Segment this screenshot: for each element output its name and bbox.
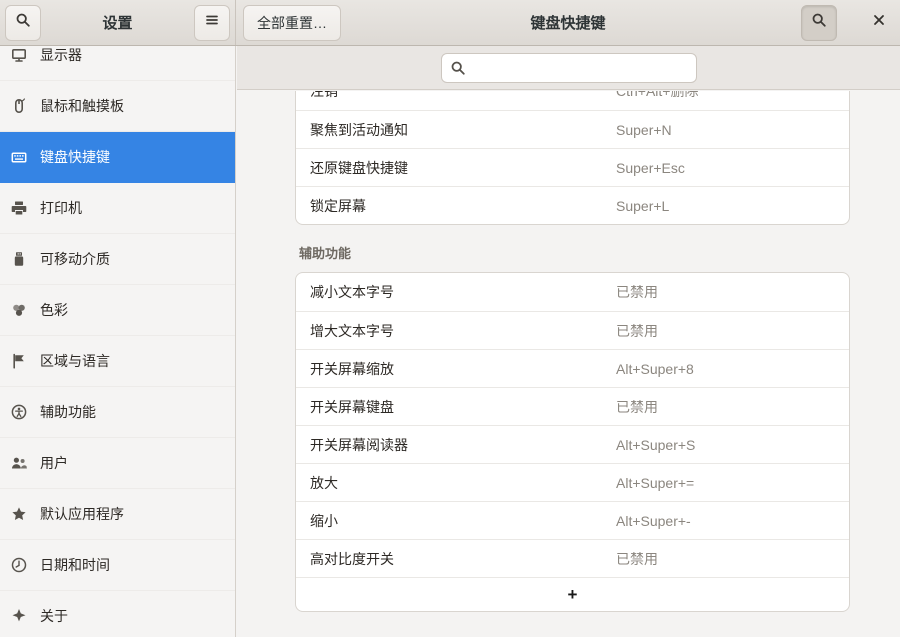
sidebar-item-region[interactable]: 区域与语言	[0, 336, 235, 387]
sidebar-item-mouse[interactable]: 鼠标和触摸板	[0, 81, 235, 132]
shortcut-binding: 已禁用	[616, 282, 849, 302]
sidebar-item-label: 区域与语言	[40, 351, 110, 371]
shortcut-row[interactable]: 注销 Ctrl+Alt+删除	[296, 91, 849, 110]
shortcut-binding: Super+Esc	[616, 160, 849, 176]
shortcut-row[interactable]: 锁定屏幕 Super+L	[296, 186, 849, 224]
close-window-button[interactable]	[864, 8, 894, 38]
region-icon	[11, 353, 27, 369]
sidebar-item-display[interactable]: 显示器	[0, 46, 235, 81]
users-icon	[11, 455, 27, 471]
sidebar-item-label: 鼠标和触摸板	[40, 96, 124, 116]
sidebar-item-label: 用户	[40, 453, 68, 473]
close-icon	[871, 12, 887, 33]
shortcut-binding: Alt+Super+S	[616, 437, 849, 453]
shortcut-name: 开关屏幕键盘	[296, 397, 616, 417]
about-icon	[11, 608, 27, 624]
sidebar-item-label: 显示器	[40, 46, 82, 65]
sidebar-item-label: 色彩	[40, 300, 68, 320]
sidebar-item-about[interactable]: 关于	[0, 591, 235, 637]
clock-icon	[11, 557, 27, 573]
media-removable-icon	[11, 251, 27, 267]
shortcut-binding: Alt+Super+-	[616, 513, 849, 529]
shortcut-name: 高对比度开关	[296, 549, 616, 569]
sidebar-item-label: 默认应用程序	[40, 504, 124, 524]
shortcut-binding: 已禁用	[616, 397, 849, 417]
sidebar-item-users[interactable]: 用户	[0, 438, 235, 489]
headerbar-left: 设置	[0, 0, 236, 45]
shortcut-binding: 已禁用	[616, 321, 849, 341]
menu-button[interactable]	[194, 5, 230, 41]
sidebar-nav-list: 显示器 鼠标和触摸板 键盘快捷键 打印机 可移动介质 色彩 区域与语言 辅助功能…	[0, 46, 235, 637]
shortcut-search-entry[interactable]	[441, 53, 697, 83]
add-shortcut-button[interactable]: +	[296, 577, 849, 611]
shortcut-row[interactable]: 减小文本字号 已禁用	[296, 273, 849, 311]
search-input[interactable]	[472, 60, 688, 76]
shortcut-binding: Ctrl+Alt+删除	[616, 91, 849, 101]
keyboard-icon	[11, 149, 27, 165]
sidebar-item-keyboard[interactable]: 键盘快捷键	[0, 132, 235, 183]
search-toggle-button[interactable]	[801, 5, 837, 41]
shortcut-row[interactable]: 还原键盘快捷键 Super+Esc	[296, 148, 849, 186]
content-pane: 注销 Ctrl+Alt+删除 聚焦到活动通知 Super+N 还原键盘快捷键 S…	[237, 46, 900, 637]
sidebar-search-button[interactable]	[5, 5, 41, 41]
search-icon	[450, 60, 466, 76]
display-icon	[11, 47, 27, 63]
shortcut-name: 开关屏幕缩放	[296, 359, 616, 379]
reset-all-button[interactable]: 全部重置…	[243, 5, 341, 41]
shortcut-name: 放大	[296, 473, 616, 493]
shortcut-name: 开关屏幕阅读器	[296, 435, 616, 455]
shortcut-name: 聚焦到活动通知	[296, 120, 616, 140]
shortcut-row[interactable]: 开关屏幕阅读器 Alt+Super+S	[296, 425, 849, 463]
sidebar: 显示器 鼠标和触摸板 键盘快捷键 打印机 可移动介质 色彩 区域与语言 辅助功能…	[0, 46, 236, 637]
shortcut-binding: 已禁用	[616, 549, 849, 569]
shortcut-row[interactable]: 聚焦到活动通知 Super+N	[296, 110, 849, 148]
sidebar-item-label: 日期和时间	[40, 555, 110, 575]
shortcut-group-card: 减小文本字号 已禁用 增大文本字号 已禁用 开关屏幕缩放 Alt+Super+8…	[295, 272, 850, 612]
shortcut-name: 还原键盘快捷键	[296, 158, 616, 178]
sidebar-item-label: 关于	[40, 606, 68, 626]
printer-icon	[11, 200, 27, 216]
sidebar-item-color[interactable]: 色彩	[0, 285, 235, 336]
shortcut-groups: 注销 Ctrl+Alt+删除 聚焦到活动通知 Super+N 还原键盘快捷键 S…	[295, 91, 850, 612]
section-title: 辅助功能	[299, 244, 850, 264]
sidebar-item-label: 可移动介质	[40, 249, 110, 269]
shortcut-row[interactable]: 开关屏幕键盘 已禁用	[296, 387, 849, 425]
sidebar-item-label: 辅助功能	[40, 402, 96, 422]
shortcut-binding: Super+L	[616, 198, 849, 214]
shortcut-row[interactable]: 缩小 Alt+Super+-	[296, 501, 849, 539]
sidebar-item-printers[interactable]: 打印机	[0, 183, 235, 234]
shortcut-row[interactable]: 增大文本字号 已禁用	[296, 311, 849, 349]
headerbar-right: 键盘快捷键 全部重置…	[236, 0, 900, 45]
shortcut-row[interactable]: 放大 Alt+Super+=	[296, 463, 849, 501]
accessibility-icon	[11, 404, 27, 420]
mouse-icon	[11, 98, 27, 114]
star-icon	[11, 506, 27, 522]
sidebar-item-label: 键盘快捷键	[40, 147, 110, 167]
sidebar-item-default-apps[interactable]: 默认应用程序	[0, 489, 235, 540]
shortcut-name: 锁定屏幕	[296, 196, 616, 216]
settings-window: 设置 键盘快捷键 全部重置… 显示器 鼠标和触摸板 键盘快捷键	[0, 0, 900, 637]
sidebar-item-removable[interactable]: 可移动介质	[0, 234, 235, 285]
sidebar-item-label: 打印机	[40, 198, 82, 218]
menu-icon	[204, 12, 220, 33]
shortcuts-scroll-area[interactable]: 注销 Ctrl+Alt+删除 聚焦到活动通知 Super+N 还原键盘快捷键 S…	[237, 91, 900, 637]
shortcut-binding: Super+N	[616, 122, 849, 138]
shortcut-name: 注销	[296, 91, 616, 101]
shortcut-row[interactable]: 高对比度开关 已禁用	[296, 539, 849, 577]
search-icon	[15, 12, 31, 33]
shortcut-binding: Alt+Super+8	[616, 361, 849, 377]
shortcut-binding: Alt+Super+=	[616, 475, 849, 491]
shortcut-row[interactable]: 开关屏幕缩放 Alt+Super+8	[296, 349, 849, 387]
shortcut-name: 减小文本字号	[296, 282, 616, 302]
shortcut-group-card: 注销 Ctrl+Alt+删除 聚焦到活动通知 Super+N 还原键盘快捷键 S…	[295, 91, 850, 225]
shortcut-name: 增大文本字号	[296, 321, 616, 341]
sidebar-item-accessibility[interactable]: 辅助功能	[0, 387, 235, 438]
shortcut-searchbar	[237, 46, 900, 90]
sidebar-item-datetime[interactable]: 日期和时间	[0, 540, 235, 591]
search-icon	[811, 12, 827, 33]
shortcut-name: 缩小	[296, 511, 616, 531]
color-icon	[11, 302, 27, 318]
headerbar: 设置 键盘快捷键 全部重置…	[0, 0, 900, 46]
